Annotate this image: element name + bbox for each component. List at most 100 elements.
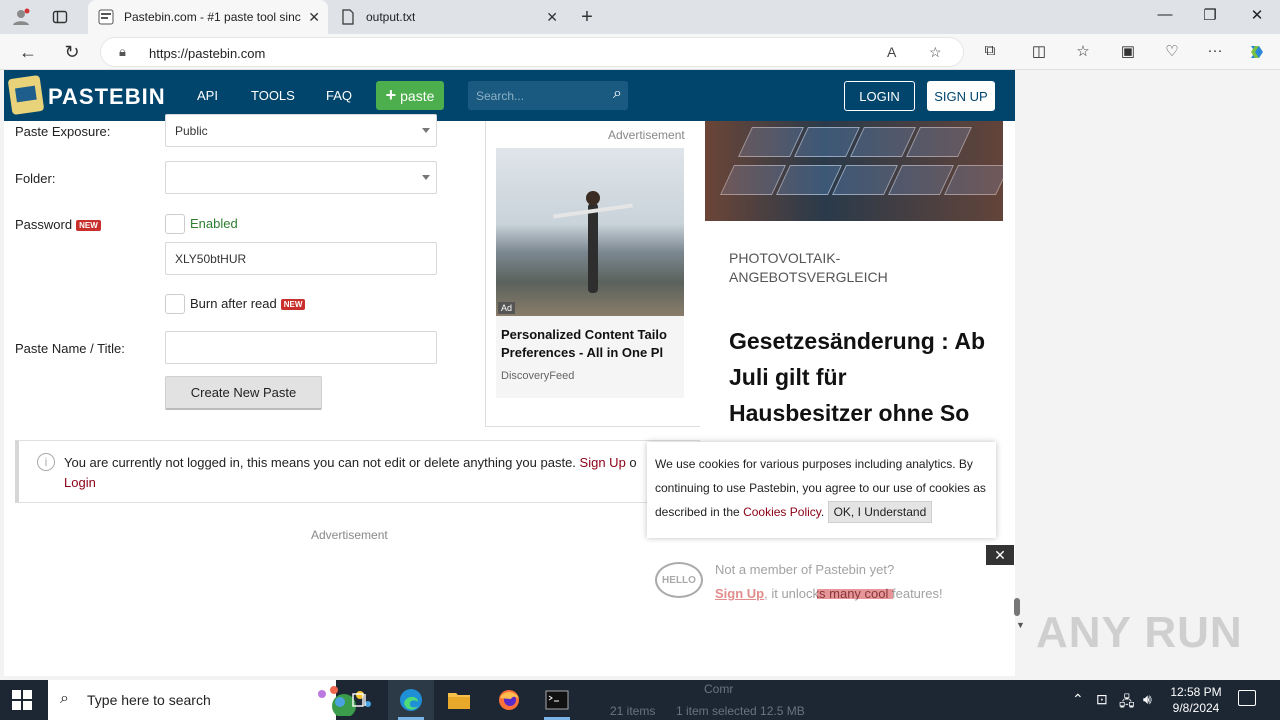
search-icon: ⌕ xyxy=(60,690,69,707)
folder-select[interactable] xyxy=(165,161,437,194)
password-input[interactable]: XLY50btHUR xyxy=(165,242,437,275)
favorites-icon[interactable]: ☆ xyxy=(1073,42,1093,60)
paste-exposure-label: Paste Exposure: xyxy=(15,124,111,139)
address-bar[interactable]: 🔒︎ https://pastebin.com A ☆ xyxy=(100,37,964,67)
ad-title-line2: Preferences - All in One Pl xyxy=(501,345,664,360)
promo-headline[interactable]: Gesetzesänderung : Ab Juli gilt für Haus… xyxy=(729,323,989,431)
tab-actions-icon[interactable] xyxy=(49,6,71,28)
task-view-icon[interactable] xyxy=(337,680,383,720)
paste-title-input[interactable] xyxy=(165,331,437,364)
collections-icon[interactable]: ▣ xyxy=(1118,42,1138,60)
new-tab-icon[interactable]: + xyxy=(576,6,598,28)
anyrun-watermark: ANY RUN xyxy=(1036,608,1243,657)
scrollbar-thumb[interactable] xyxy=(1014,598,1020,616)
network-icon[interactable]: 🖧︎ xyxy=(1119,691,1135,715)
split-screen-icon[interactable]: ◫ xyxy=(1029,42,1049,60)
login-button[interactable]: LOGIN xyxy=(844,81,915,111)
taskbar-clock[interactable]: 12:58 PM 9/8/2024 xyxy=(1166,684,1226,716)
volume-icon[interactable]: 🔊︎ xyxy=(1143,691,1152,708)
nav-faq[interactable]: FAQ xyxy=(326,88,352,103)
read-aloud-icon[interactable]: A xyxy=(887,44,896,60)
password-value: XLY50btHUR xyxy=(175,251,247,266)
notifications-icon[interactable] xyxy=(1238,690,1256,706)
ad-title-line1: Personalized Content Tailo xyxy=(501,327,667,342)
pastebin-logo[interactable] xyxy=(7,74,45,116)
chevron-down-icon xyxy=(422,128,430,133)
nav-tools[interactable]: TOOLS xyxy=(251,88,295,103)
favorite-star-icon[interactable]: ☆ xyxy=(929,44,942,61)
tab-output-txt[interactable]: output.txt ✕ xyxy=(330,0,566,34)
signup-prompt: HELLO Not a member of Pastebin yet? Sign… xyxy=(647,542,996,618)
minimize-icon[interactable]: — xyxy=(1154,6,1176,23)
lock-icon[interactable]: 🔒︎ xyxy=(119,44,126,60)
performance-icon[interactable]: ♡ xyxy=(1162,42,1182,60)
hello-bubble-icon: HELLO xyxy=(655,562,703,598)
password-label: Password xyxy=(15,217,73,232)
firefox-icon[interactable] xyxy=(486,680,532,720)
pastebin-brand[interactable]: PASTEBIN xyxy=(48,84,166,110)
search-icon[interactable]: ⌕ xyxy=(613,85,622,103)
ad-title: Personalized Content Tailo Preferences -… xyxy=(501,326,684,362)
taskbar-search-box[interactable]: ⌕ Type here to search xyxy=(48,680,371,720)
extensions-icon[interactable]: ⧉ xyxy=(980,42,1000,59)
ad-card[interactable]: Ad Personalized Content Tailo Preference… xyxy=(496,148,684,398)
close-tab-icon[interactable]: ✕ xyxy=(546,9,558,26)
clock-date: 9/8/2024 xyxy=(1172,701,1220,715)
paste-label: paste xyxy=(400,87,435,104)
ad-source: DiscoveryFeed xyxy=(501,370,575,382)
ad-divider xyxy=(485,121,486,427)
burn-after-read-checkbox[interactable] xyxy=(165,294,185,314)
info-icon: i xyxy=(37,453,55,471)
restore-icon[interactable]: ❐ xyxy=(1199,6,1221,24)
browser-tab-bar: Pastebin.com - #1 paste tool sinc ✕ outp… xyxy=(0,0,1280,34)
new-paste-button[interactable]: + paste xyxy=(376,81,444,110)
notice-text: You are currently not logged in, this me… xyxy=(64,455,576,470)
terminal-icon[interactable] xyxy=(534,680,580,720)
burn-after-read-label: Burn after read xyxy=(190,296,277,311)
tab-pastebin[interactable]: Pastebin.com - #1 paste tool sinc ✕ xyxy=(88,0,328,34)
browser-toolbar: ← ↻ 🔒︎ https://pastebin.com A ☆ ⧉ ◫ ☆ ▣ … xyxy=(0,34,1280,70)
cookies-policy-link[interactable]: Cookies Policy xyxy=(743,505,821,519)
profile-icon[interactable] xyxy=(10,6,32,28)
solar-panel-image xyxy=(705,121,1003,221)
close-icon[interactable]: ✕ xyxy=(986,545,1014,565)
cookie-ok-button[interactable]: OK, I Understand xyxy=(827,501,933,523)
windows-start-icon[interactable] xyxy=(12,690,32,710)
search-input[interactable]: Search... ⌕ xyxy=(468,81,628,110)
background-window-selection: 1 item selected 12.5 MB xyxy=(676,704,805,718)
signup-button[interactable]: SIGN UP xyxy=(927,81,995,111)
close-window-icon[interactable]: ✕ xyxy=(1246,6,1268,24)
tray-device-icon[interactable]: ⊡ xyxy=(1096,691,1108,708)
background-window-items: 21 items xyxy=(610,704,656,718)
nav-api[interactable]: API xyxy=(197,88,218,103)
notice-login-link[interactable]: Login xyxy=(64,475,96,490)
notice-signup-link[interactable]: Sign Up xyxy=(580,455,626,470)
close-tab-icon[interactable]: ✕ xyxy=(308,9,320,26)
cookie-text: We use cookies for various purposes incl… xyxy=(655,457,986,519)
windows-taskbar: ⌕ Type here to search Comr 21 items 1 it… xyxy=(0,680,1280,720)
signup-prompt-text: , it unlocks many cool features! xyxy=(764,586,943,601)
tray-chevron-up-icon[interactable]: ⌃ xyxy=(1072,691,1084,708)
taskbar-search-placeholder: Type here to search xyxy=(87,692,211,708)
ad-image xyxy=(496,148,684,316)
search-placeholder: Search... xyxy=(476,89,525,103)
enabled-label[interactable]: Enabled xyxy=(190,216,238,231)
plus-icon: + xyxy=(385,85,397,105)
refresh-icon[interactable]: ↻ xyxy=(60,40,84,64)
more-menu-icon[interactable]: ··· xyxy=(1205,42,1225,59)
create-new-paste-button[interactable]: Create New Paste xyxy=(165,376,322,410)
scroll-down-icon[interactable]: ▼ xyxy=(1016,620,1025,630)
ad-divider xyxy=(485,426,700,427)
paste-exposure-select[interactable]: Public xyxy=(165,114,437,147)
tab-title: Pastebin.com - #1 paste tool sinc xyxy=(124,10,301,24)
signup-prompt-link[interactable]: Sign Up xyxy=(715,586,764,601)
burn-after-read-row[interactable]: Burn after read NEW xyxy=(190,296,306,311)
back-icon[interactable]: ← xyxy=(16,40,40,64)
url-text: https://pastebin.com xyxy=(149,46,266,61)
edge-taskbar-icon[interactable] xyxy=(388,680,434,720)
file-explorer-icon[interactable] xyxy=(436,680,482,720)
browser-side-area xyxy=(1015,70,1280,676)
password-enabled-checkbox[interactable] xyxy=(165,214,185,234)
paste-exposure-value: Public xyxy=(175,123,208,138)
copilot-icon[interactable] xyxy=(1247,42,1267,66)
